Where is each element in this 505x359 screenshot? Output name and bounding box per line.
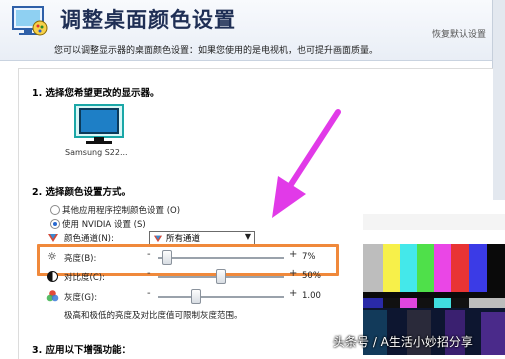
page-title: 调整桌面颜色设置 [60,8,236,32]
contrast-label: 对比度(C): [64,273,105,283]
watermark: 头条号 / A生活小妙招分享 [333,335,473,349]
brightness-label: 亮度(B): [64,254,97,264]
contrast-slider[interactable] [216,269,226,284]
contrast-value: 50% [302,271,321,281]
brightness-track[interactable] [158,257,284,259]
brightness-decrease[interactable]: - [147,249,151,260]
chevron-down-icon: ▼ [244,232,251,241]
section-enhancements-heading: 3. 应用以下增强功能： [32,345,132,356]
sun-icon: ☼ [47,250,57,263]
contrast-icon [47,271,58,282]
range-note: 极高和极低的亮度及对比度值可限制灰度范围。 [64,311,243,321]
gamma-value: 1.00 [302,291,321,301]
brightness-increase[interactable]: + [289,249,297,260]
gamma-slider[interactable] [190,289,201,304]
gamma-increase[interactable]: + [289,288,297,299]
brightness-value: 7% [302,252,316,262]
radio-other-apps[interactable] [50,205,60,215]
color-channel-label: 颜色通道(N): [64,234,114,244]
rgb-channel-icon [153,235,163,243]
monitor-label: Samsung S22... [65,148,128,157]
radio-other-apps-label: 其他应用程序控制颜色设置 (O) [62,206,181,216]
contrast-decrease[interactable]: - [147,268,151,279]
display-settings-icon [12,6,48,36]
gamma-label: 灰度(G): [64,293,98,303]
scrollbar[interactable] [492,0,505,200]
gamma-track[interactable] [158,296,284,298]
radio-nvidia-settings[interactable] [50,219,60,229]
rgb-channel-icon [48,234,58,242]
contrast-increase[interactable]: + [289,268,297,279]
section-select-display-heading: 1. 选择您希望更改的显示器。 [32,88,160,99]
brightness-slider[interactable] [161,250,172,265]
section-color-method-heading: 2. 选择颜色设置方式。 [32,187,132,198]
restore-defaults-link[interactable]: 恢复默认设置 [432,27,486,40]
monitor-icon[interactable] [74,104,124,146]
color-wheel-icon [46,290,59,302]
gamma-decrease[interactable]: - [147,288,151,299]
radio-nvidia-settings-label: 使用 NVIDIA 设置 (S) [62,220,146,230]
color-channel-value: 所有通道 [166,234,201,244]
page-description: 您可以调整显示器的桌面颜色设置：如果您使用的是电视机，也可提升画面质量。 [54,46,379,56]
annotation-arrow [272,109,341,218]
